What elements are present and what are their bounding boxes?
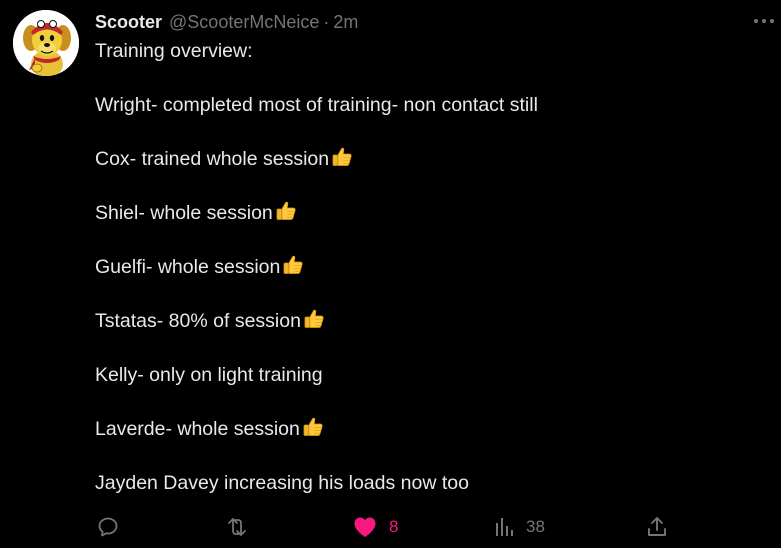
tweet-line: Tstatas- 80% of session [95, 308, 765, 335]
thumbs-up-icon [275, 200, 297, 222]
reply-icon [98, 517, 118, 537]
views-bar-chart-icon [496, 518, 513, 536]
cartoon-dog-avatar-icon [13, 10, 79, 76]
tweet-line: Jayden Davey increasing his loads now to… [95, 472, 469, 494]
separator-dot: · [323, 11, 330, 32]
tweet-line: Kelly- only on light training [95, 364, 323, 386]
like-button[interactable]: 8 [353, 512, 398, 542]
tweet-line: Training overview: [95, 40, 253, 62]
reply-button[interactable] [96, 512, 120, 542]
tweet-line: Guelfi- whole session [95, 254, 765, 281]
thumbs-up-icon [331, 146, 353, 168]
more-horizontal-icon [754, 19, 774, 23]
retweet-button[interactable] [224, 512, 250, 542]
share-button[interactable] [646, 512, 668, 542]
thumbs-up-icon [282, 254, 304, 276]
share-icon [648, 517, 666, 536]
display-name[interactable]: Scooter [95, 12, 162, 33]
thumbs-up-icon [302, 416, 324, 438]
tweet-line: Cox- trained whole session [95, 146, 765, 173]
tweet-line: Wright- completed most of training- non … [95, 94, 538, 116]
view-count: 38 [526, 517, 545, 536]
tweet-text: Training overview: Wright- completed mos… [95, 38, 765, 497]
thumbs-up-icon [303, 308, 325, 330]
tweet: Scooter @ScooterMcNeice · 2m Training ov… [0, 0, 781, 548]
tweet-line: Laverde- whole session [95, 416, 765, 443]
avatar[interactable] [13, 10, 79, 76]
like-count: 8 [389, 517, 399, 536]
heart-filled-icon [354, 517, 376, 537]
timestamp[interactable]: 2m [333, 12, 358, 33]
more-options-button[interactable] [752, 14, 776, 28]
tweet-line: Shiel- whole session [95, 200, 765, 227]
views-button[interactable]: 38 [494, 512, 545, 542]
tweet-header: Scooter @ScooterMcNeice · 2m [95, 11, 358, 33]
retweet-icon [228, 518, 246, 536]
action-bar: 8 38 [0, 512, 781, 542]
user-handle[interactable]: @ScooterMcNeice [169, 12, 319, 33]
